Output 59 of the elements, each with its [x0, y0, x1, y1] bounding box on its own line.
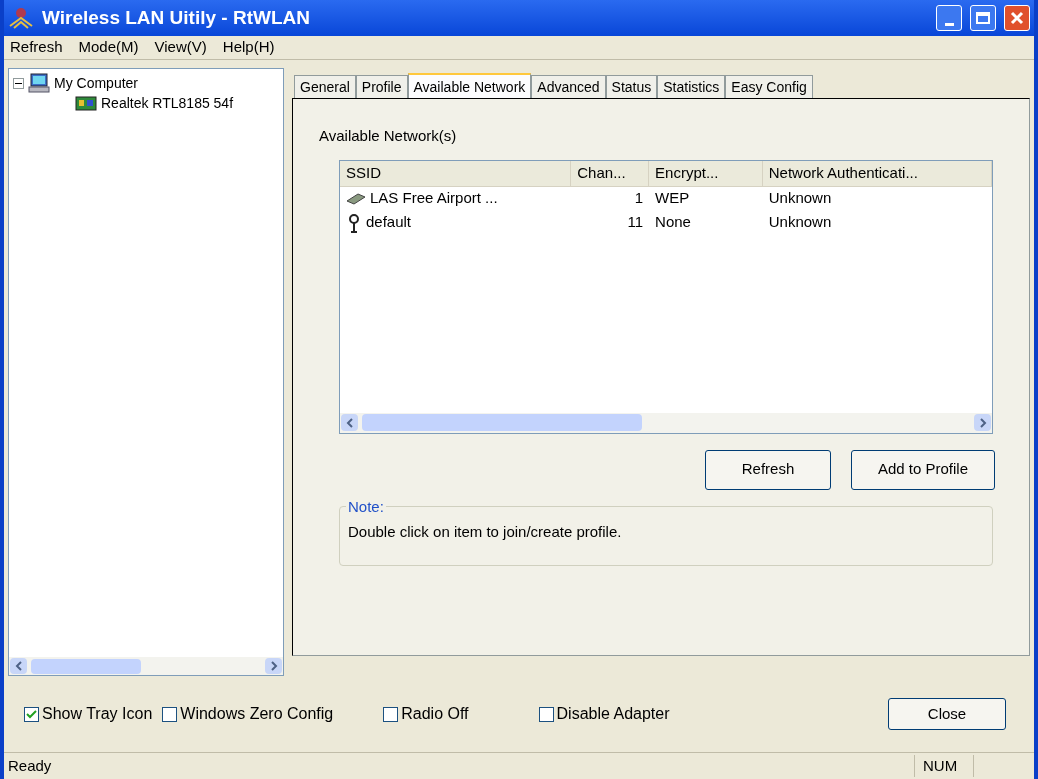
button[interactable]: Add to Profile — [851, 449, 995, 490]
window-title: Wireless LAN Uitily - RtWLAN — [42, 5, 311, 30]
scroll-right-icon[interactable] — [974, 414, 991, 431]
horizontal-scrollbar[interactable] — [9, 657, 283, 675]
button[interactable]: Refresh — [705, 449, 831, 490]
antenna-icon — [346, 212, 362, 233]
tab[interactable]: Status — [605, 75, 658, 98]
scroll-right-icon[interactable] — [265, 658, 282, 674]
menu-item[interactable]: Help(H) — [220, 36, 277, 59]
scroll-left-icon[interactable] — [341, 414, 358, 431]
status-indicator: NUM — [914, 754, 974, 778]
table-cell-text: default — [366, 212, 412, 233]
section-label: Available Network(s) — [319, 126, 458, 146]
expander-icon[interactable] — [13, 77, 24, 89]
scroll-thumb[interactable] — [362, 414, 642, 431]
tab[interactable]: Profile — [355, 75, 408, 98]
table-cell-text: Unknown — [768, 188, 832, 209]
table-cell-text: WEP — [655, 188, 690, 209]
horizontal-scrollbar[interactable] — [340, 412, 992, 433]
close-icon — [1010, 11, 1024, 25]
minimize-button[interactable] — [936, 5, 962, 31]
tab[interactable]: General — [294, 75, 356, 98]
checkbox-label: Radio Off — [401, 704, 469, 724]
app-icon — [8, 6, 34, 30]
tree-item[interactable]: My Computer — [54, 72, 139, 94]
maximize-button[interactable] — [970, 5, 996, 31]
tab[interactable]: Available Network — [407, 73, 532, 99]
column-header[interactable]: Chan... — [571, 160, 650, 186]
checkbox[interactable] — [24, 706, 39, 722]
network-card-icon — [346, 192, 366, 205]
tab[interactable]: Statistics — [657, 75, 726, 98]
table-cell-text: Unknown — [768, 212, 832, 233]
menu-item[interactable]: View(V) — [152, 36, 209, 59]
menu-item[interactable]: Refresh — [8, 36, 65, 59]
table-cell-text: 1 — [634, 188, 644, 209]
network-card-icon — [75, 94, 97, 112]
tree-item[interactable]: Realtek RTL8185 54f — [101, 92, 234, 114]
scroll-thumb[interactable] — [31, 658, 141, 674]
checkbox-label: Show Tray Icon — [42, 704, 153, 724]
menu-item[interactable]: Mode(M) — [76, 36, 141, 59]
close-button[interactable]: Close — [888, 698, 1006, 730]
column-header[interactable]: Encrypt... — [649, 160, 763, 186]
checkbox[interactable] — [538, 706, 554, 722]
table-cell-text: LAS Free Airport ... — [370, 188, 498, 209]
tab[interactable]: Easy Config — [725, 75, 813, 98]
tab[interactable]: Advanced — [531, 75, 606, 98]
close-button[interactable] — [1004, 5, 1030, 31]
checkbox[interactable] — [162, 706, 178, 722]
table-cell-text: 11 — [627, 212, 644, 233]
checkbox-label: Disable Adapter — [556, 704, 670, 724]
computer-icon — [28, 73, 50, 93]
table-cell-text: None — [655, 212, 691, 233]
checkbox[interactable] — [383, 706, 399, 722]
note-text: Double click on item to join/create profile. — [348, 522, 622, 540]
status-text: Ready — [7, 755, 53, 776]
column-header[interactable]: Network Authenticati... — [762, 160, 992, 186]
column-header[interactable]: SSID — [340, 160, 572, 186]
checkbox-label: Windows Zero Config — [180, 704, 334, 724]
scroll-left-icon[interactable] — [10, 658, 27, 674]
